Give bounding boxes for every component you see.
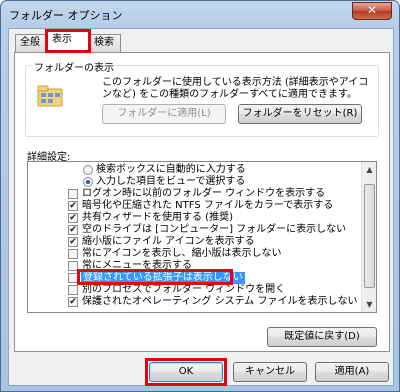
scroll-down-icon[interactable]: ▼	[362, 297, 376, 312]
checkbox[interactable]: ✔	[68, 213, 78, 223]
cancel-button[interactable]: キャンセル	[233, 362, 307, 382]
list-item-label: 共有ウィザードを使用する (推奨)	[82, 212, 233, 223]
list-item-label: 縮小版にファイル アイコンを表示する	[82, 236, 255, 247]
folder-view-icon	[37, 85, 63, 107]
list-item-label: 入力した項目をビューで選択する	[96, 176, 246, 187]
list-item-label: 暗号化や圧縮された NTFS ファイルをカラーで表示する	[82, 200, 334, 211]
window-title: フォルダー オプション	[9, 9, 123, 22]
list-item-label: 常にメニューを表示する	[82, 260, 192, 271]
vertical-scrollbar[interactable]: ▲ ▼	[361, 162, 376, 312]
folder-view-description: このフォルダーに使用している表示方法 (詳細表示やアイコンなど) をこの種類のフ…	[102, 77, 369, 100]
apply-button[interactable]: 適用(A)	[315, 362, 389, 382]
checkbox[interactable]	[68, 189, 78, 199]
checkbox[interactable]: ✔	[68, 225, 78, 235]
list-item-label: 登録されている拡張子は表示しない	[81, 272, 245, 284]
view-tab-panel: フォルダーの表示 このフォルダーに使用している表示方法 (詳細表示やアイコンなど…	[14, 52, 390, 352]
tab-general[interactable]: 全般	[15, 34, 47, 52]
tab-view[interactable]: 表示	[47, 31, 89, 53]
dialog-window: フォルダー オプション ✕ 全般 表示 検索 フォルダーの表示 このフォルダーに…	[0, 0, 400, 392]
scroll-thumb[interactable]	[364, 184, 375, 288]
list-item-label: 保護されたオペレーティング システム ファイルを表示しない (推奨)	[82, 296, 377, 307]
dialog-client: 全般 表示 検索 フォルダーの表示 このフォルダーに使用している表示方法 (詳細…	[8, 28, 394, 386]
list-item-label: 空のドライブは [コンピューター] フォルダーに表示しない	[82, 224, 347, 235]
list-item-label: ログオン時に以前のフォルダー ウィンドウを表示する	[82, 188, 326, 199]
tab-search[interactable]: 検索	[89, 34, 121, 52]
list-item-label: 検索ボックスに自動的に入力する	[96, 164, 246, 175]
checkbox[interactable]	[68, 261, 78, 271]
checkbox[interactable]	[68, 285, 78, 295]
scroll-up-icon[interactable]: ▲	[362, 162, 376, 177]
advanced-settings-list[interactable]: 検索ボックスに自動的に入力する 入力した項目をビューで選択する ログオン時に以前…	[27, 161, 377, 313]
radio-button[interactable]	[83, 177, 93, 187]
checkbox[interactable]: ✔	[68, 237, 78, 247]
folder-view-group: フォルダーの表示 このフォルダーに使用している表示方法 (詳細表示やアイコンなど…	[25, 59, 379, 137]
list-item-label: 別のプロセスでフォルダー ウィンドウを開く	[82, 284, 286, 295]
reset-folders-button[interactable]: フォルダーをリセット(R)	[238, 104, 362, 124]
checkbox[interactable]	[68, 249, 78, 259]
list-item-label: 常にアイコンを表示し、縮小版は表示しない	[82, 248, 282, 259]
checkbox[interactable]: ✔	[68, 297, 78, 307]
close-button[interactable]: ✕	[352, 2, 392, 20]
checkbox[interactable]: ✔	[68, 201, 78, 211]
restore-defaults-button[interactable]: 既定値に戻す(D)	[267, 327, 377, 347]
apply-to-folders-button[interactable]: フォルダーに適用(L)	[102, 104, 226, 124]
radio-button[interactable]	[83, 165, 93, 175]
ok-button[interactable]: OK	[149, 362, 223, 382]
folder-view-group-label: フォルダーの表示	[32, 59, 116, 74]
checkbox[interactable]	[68, 273, 78, 283]
